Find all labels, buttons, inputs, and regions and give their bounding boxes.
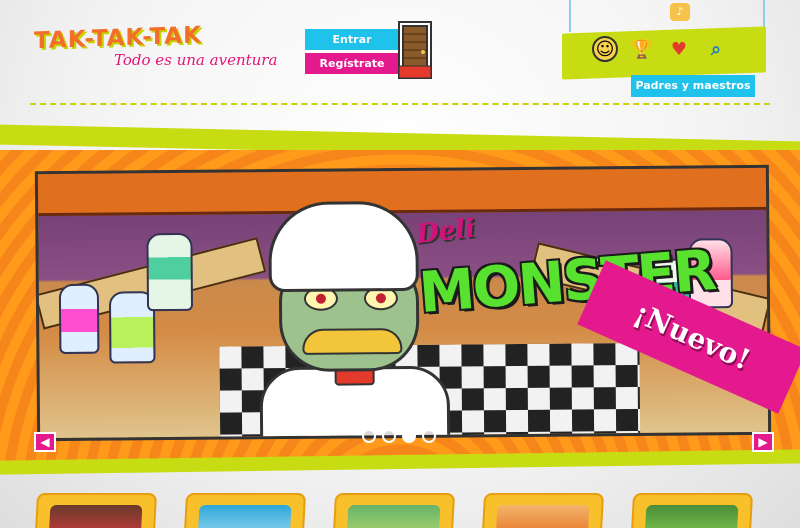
smiley-icon[interactable]: ☺ — [592, 36, 618, 62]
heart-icon[interactable]: ♥ — [666, 36, 692, 62]
hero-banner[interactable]: Deli MONSTER ¡Nuevo! — [0, 150, 800, 462]
game-tile[interactable] — [183, 493, 307, 528]
slide-dot-active[interactable] — [402, 429, 416, 443]
game-tile[interactable] — [34, 493, 158, 528]
hanging-string — [569, 0, 571, 32]
magnifier-icon[interactable]: ⌕ — [703, 36, 729, 62]
site-logo[interactable]: TAK-TAK-TAK Todo es una aventura — [34, 22, 278, 69]
next-slide-arrow-icon[interactable]: ▶ — [752, 432, 774, 452]
slide-dot[interactable] — [382, 429, 396, 443]
logo-tagline: Todo es una aventura — [114, 51, 278, 69]
chef-hat — [268, 200, 419, 293]
header-divider — [30, 103, 770, 105]
speaker-icon[interactable]: ♪ — [670, 3, 690, 21]
slide-dot[interactable] — [422, 429, 436, 443]
game-tile[interactable] — [481, 493, 605, 528]
game-tile[interactable] — [630, 493, 754, 528]
logo-wordmark: TAK-TAK-TAK — [34, 22, 202, 55]
slide-indicator — [362, 429, 436, 443]
trophy-icon[interactable]: 🏆 — [629, 36, 655, 62]
prev-slide-arrow-icon[interactable]: ◀ — [34, 432, 56, 452]
login-button[interactable]: Entrar — [305, 29, 399, 50]
game-tile[interactable] — [332, 493, 456, 528]
lab-jar — [58, 283, 100, 355]
auth-box: Entrar Regístrate — [305, 29, 399, 74]
parents-teachers-button[interactable]: Padres y maestros — [631, 75, 755, 97]
slide-dot[interactable] — [362, 429, 376, 443]
lab-jar — [146, 232, 194, 312]
top-nav-icons: ☺ 🏆 ♥ ⌕ — [592, 36, 729, 62]
register-button[interactable]: Regístrate — [305, 53, 399, 74]
game-tiles-row — [34, 493, 754, 528]
chef-mustache — [302, 328, 403, 355]
door-icon[interactable] — [397, 20, 433, 80]
